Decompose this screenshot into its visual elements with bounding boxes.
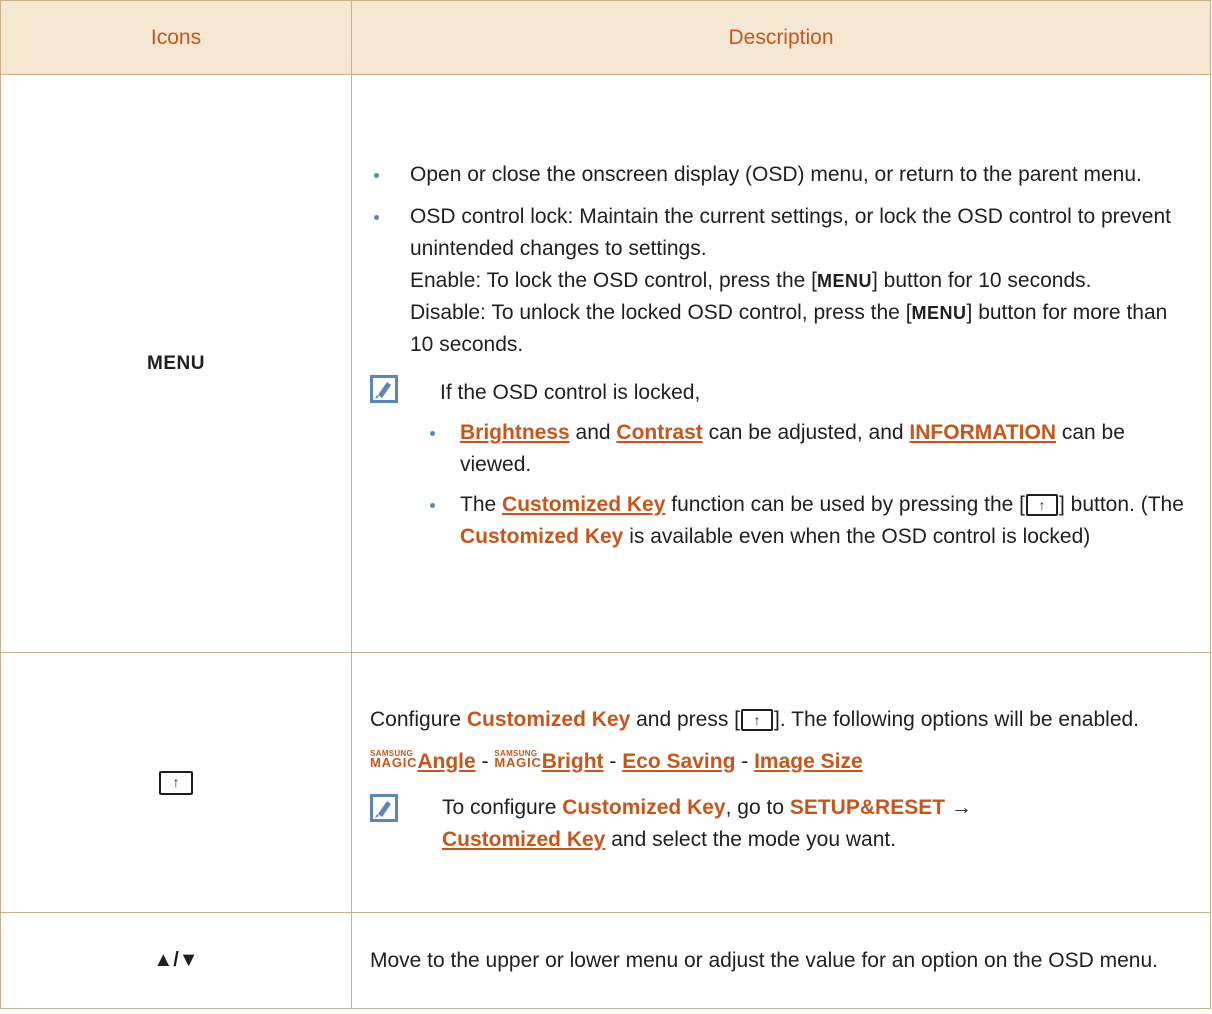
setup-reset-text: SETUP&RESET: [789, 795, 946, 819]
note-block: To configure Customized Key, go to SETUP…: [370, 792, 1194, 856]
samsung-magic-logo: SAMSUNG MAGIC: [370, 748, 418, 770]
header-description: Description: [351, 0, 1211, 75]
list-item: OSD control lock: Maintain the current s…: [352, 201, 1194, 361]
custom-icon-cell: ↑: [0, 652, 352, 913]
updown-description: Move to the upper or lower menu or adjus…: [351, 912, 1211, 1009]
custom-line: Configure Customized Key and press [↑]. …: [370, 707, 1140, 731]
arrow-right-icon: →: [945, 795, 972, 819]
table-row: ▲/▼ Move to the upper or lower menu or a…: [0, 912, 1211, 1009]
menu-key-label: MENU: [147, 352, 205, 374]
list-item: Brightness and Contrast can be adjusted,…: [410, 417, 1194, 481]
customized-key-text: Customized Key: [562, 795, 726, 819]
table-row: ↑ Configure Customized Key and press [↑]…: [0, 652, 1211, 913]
menu-key-label: MENU: [817, 271, 872, 291]
eco-saving-link[interactable]: Eco Saving: [622, 750, 735, 773]
contrast-link[interactable]: Contrast: [616, 421, 702, 444]
image-size-link[interactable]: Image Size: [754, 750, 863, 773]
customized-key-text: Customized Key: [466, 707, 631, 731]
list-item: Open or close the onscreen display (OSD)…: [352, 159, 1194, 191]
icons-table: Icons Description MENU Open or close the…: [0, 0, 1211, 1009]
options-line: SAMSUNG MAGIC Angle - SAMSUNG MAGIC Bright -…: [370, 748, 863, 773]
note-block: If the OSD control is locked, Brightness…: [352, 375, 1194, 553]
menu-description: Open or close the onscreen display (OSD)…: [351, 74, 1211, 653]
customized-key-link[interactable]: Customized Key: [502, 493, 665, 516]
brightness-link[interactable]: Brightness: [460, 421, 570, 444]
note-icon: [370, 793, 398, 822]
updown-text: Move to the upper or lower menu or adjus…: [370, 948, 1158, 972]
customized-key-link[interactable]: Customized Key: [442, 828, 605, 851]
customized-key-text: Customized Key: [460, 525, 624, 548]
menu-icon-cell: MENU: [0, 74, 352, 653]
magic-angle-link[interactable]: Angle: [417, 750, 475, 773]
table-row: MENU Open or close the onscreen display …: [0, 74, 1211, 653]
customized-key-icon: ↑: [741, 708, 773, 731]
information-link[interactable]: INFORMATION: [909, 421, 1056, 444]
updown-icon-cell: ▲/▼: [0, 912, 352, 1009]
note-icon: [370, 375, 398, 403]
customized-key-icon: ↑: [159, 770, 193, 795]
list-item: The Customized Key function can be used …: [410, 489, 1194, 553]
magic-bright-link[interactable]: Bright: [542, 750, 604, 773]
samsung-magic-logo: SAMSUNG MAGIC: [494, 748, 542, 770]
customized-key-icon: ↑: [1025, 494, 1058, 517]
up-down-arrow-icon: ▲/▼: [153, 949, 199, 971]
custom-description: Configure Customized Key and press [↑]. …: [351, 652, 1211, 913]
menu-key-label: MENU: [911, 303, 967, 323]
header-icons: Icons: [0, 0, 352, 75]
